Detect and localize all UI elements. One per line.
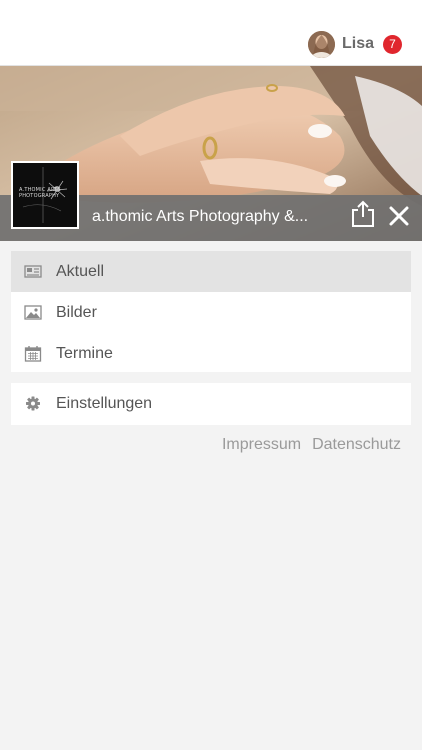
datenschutz-link[interactable]: Datenschutz	[312, 436, 401, 454]
top-bar: Lisa 7	[0, 0, 422, 66]
share-button[interactable]	[350, 200, 376, 228]
close-icon	[389, 206, 409, 226]
menu-item-label: Aktuell	[56, 262, 105, 280]
calendar-icon	[24, 345, 42, 362]
close-button[interactable]	[387, 204, 411, 228]
menu-item-label: Bilder	[56, 303, 97, 321]
image-icon	[24, 304, 42, 321]
impressum-link[interactable]: Impressum	[222, 436, 301, 454]
newspaper-icon	[24, 263, 42, 280]
logo-text: A.THOMIC ARTS PHOTOGRAPHY	[19, 187, 61, 199]
footer-links: Impressum Datenschutz	[222, 436, 401, 454]
settings-menu: Einstellungen	[11, 383, 411, 425]
avatar[interactable]	[307, 30, 335, 58]
share-icon	[352, 200, 374, 227]
page-logo[interactable]: A.THOMIC ARTS PHOTOGRAPHY	[11, 161, 79, 229]
notification-badge[interactable]: 7	[383, 34, 402, 54]
menu-item-termine[interactable]: Termine	[11, 333, 411, 374]
menu-item-einstellungen[interactable]: Einstellungen	[11, 383, 411, 424]
main-menu: Aktuell Bilder Termine	[11, 251, 411, 372]
menu-item-label: Termine	[56, 344, 113, 362]
user-name[interactable]: Lisa	[342, 35, 374, 53]
menu-item-bilder[interactable]: Bilder	[11, 292, 411, 333]
menu-item-label: Einstellungen	[56, 394, 153, 412]
gear-icon	[24, 395, 42, 412]
page-title: a.thomic Arts Photography &...	[92, 208, 309, 225]
menu-item-aktuell[interactable]: Aktuell	[11, 251, 411, 292]
user-profile[interactable]: Lisa 7	[307, 29, 402, 59]
